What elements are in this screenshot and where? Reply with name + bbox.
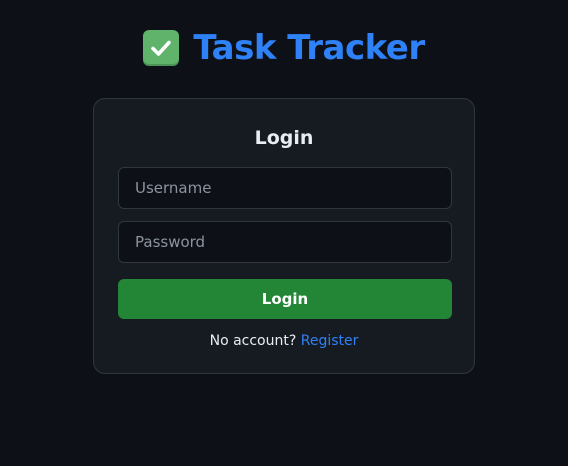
username-input[interactable] <box>118 167 452 209</box>
login-button[interactable]: Login <box>118 279 452 319</box>
register-link[interactable]: Register <box>301 333 359 349</box>
password-input[interactable] <box>118 221 452 263</box>
app-title: Task Tracker <box>193 28 425 68</box>
login-heading: Login <box>254 127 314 149</box>
app-header: Task Tracker <box>0 28 568 68</box>
register-prompt: No account? Register <box>94 333 474 349</box>
check-box-icon <box>143 30 180 66</box>
no-account-text: No account? <box>209 333 297 349</box>
login-page: Task Tracker Login Login No account? Reg… <box>0 0 568 466</box>
login-card: Login Login No account? Register <box>93 98 475 374</box>
